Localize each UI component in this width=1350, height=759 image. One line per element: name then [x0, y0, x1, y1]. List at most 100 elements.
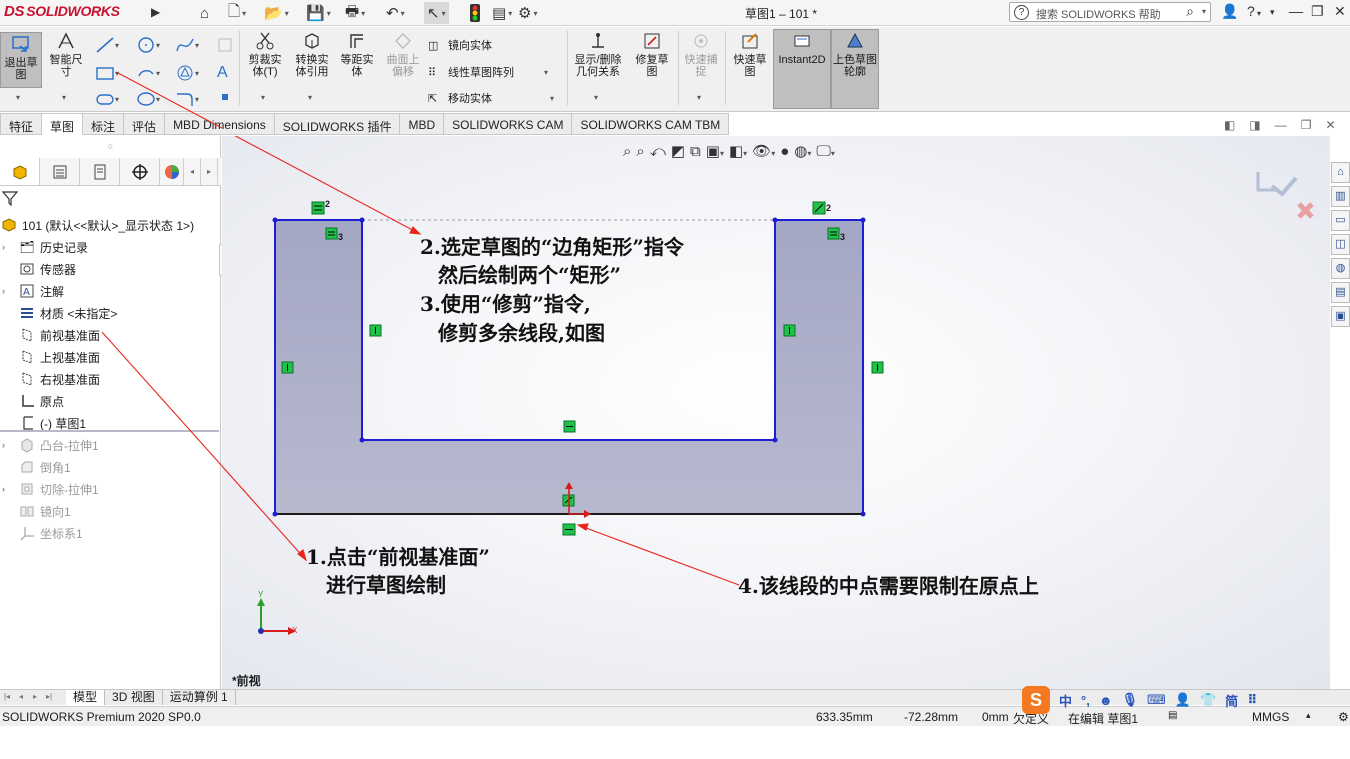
- quick-snaps-dropdown[interactable]: ▾: [697, 93, 701, 102]
- expand-arrow-icon[interactable]: ›: [2, 242, 12, 252]
- help-menu-icon[interactable]: ? ▾: [1247, 3, 1261, 19]
- move-entities-button[interactable]: ⇱ 移动实体 ▾: [428, 90, 554, 106]
- trim-dropdown[interactable]: ▾: [261, 93, 265, 102]
- new-document-icon[interactable]: 🗋 ▾: [228, 2, 246, 24]
- instant2d-button[interactable]: Instant2D: [773, 29, 831, 109]
- trim-entities-button[interactable]: 剪裁实体(T): [244, 30, 286, 78]
- help-search-input[interactable]: ? 搜索 SOLIDWORKS 帮助 ⌕ ▾: [1009, 2, 1211, 22]
- tile-left-icon[interactable]: ◧: [1224, 118, 1235, 132]
- rollback-bar[interactable]: [0, 430, 219, 432]
- tab-solidworks-cam-tbm[interactable]: SOLIDWORKS CAM TBM: [572, 113, 730, 135]
- select-pointer-icon[interactable]: ↖ ▾: [424, 2, 449, 24]
- appearances-icon[interactable]: ◍: [1331, 258, 1350, 279]
- tree-item-history[interactable]: › 🗂 历史记录: [0, 236, 221, 258]
- rebuild-traffic-light-icon[interactable]: [469, 2, 481, 24]
- relation-vertical-icon[interactable]: [281, 361, 294, 374]
- tree-item-cut-extrude1[interactable]: › 切除-拉伸1: [0, 478, 221, 500]
- units-dropdown-icon[interactable]: ▴: [1306, 710, 1311, 721]
- save-icon[interactable]: 💾 ▾: [306, 2, 331, 24]
- ime-punctuation-toggle[interactable]: °,: [1081, 693, 1090, 708]
- smart-dimension-button[interactable]: 智能尺寸: [46, 30, 86, 78]
- arc-tool-icon[interactable]: ▾: [136, 64, 160, 82]
- repair-sketch-button[interactable]: 修复草图: [631, 30, 673, 78]
- line-tool-icon[interactable]: ▾: [95, 36, 119, 54]
- mirror-entities-button[interactable]: ◫ 镜向实体: [428, 37, 492, 53]
- tree-item-boss-extrude1[interactable]: › 凸台-拉伸1: [0, 434, 221, 456]
- ime-simplified-toggle[interactable]: 简: [1225, 691, 1238, 710]
- tabs-scroll-left-icon[interactable]: ◂: [184, 158, 201, 185]
- relation-vertical-icon[interactable]: [871, 361, 884, 374]
- user-icon[interactable]: 👤: [1221, 3, 1238, 20]
- tree-item-right-plane[interactable]: 右视基准面: [0, 368, 221, 390]
- point-tool-icon[interactable]: [220, 92, 230, 102]
- ime-language-toggle[interactable]: 中: [1059, 691, 1072, 710]
- circle-tool-icon[interactable]: ▾: [136, 36, 160, 54]
- relation-collinear-icon[interactable]: [812, 201, 826, 215]
- file-properties-icon[interactable]: ▤ ▾: [492, 2, 512, 24]
- relation-equal-icon[interactable]: [325, 227, 338, 240]
- graphics-area[interactable]: ⌕ ⌕ ⤺ ◩ ⧉ ▣▾ ◧▾ 👁▾ ● ◍▾ 🖵▾ 2 3 2 3 Y X *…: [222, 136, 1330, 689]
- status-settings-icon[interactable]: ⚙: [1338, 710, 1349, 724]
- menu-expand-arrow-icon[interactable]: ▶: [151, 5, 160, 19]
- convert-entities-button[interactable]: 转换实体引用: [290, 30, 334, 78]
- tab-markup[interactable]: 标注: [83, 113, 125, 135]
- minimize-icon[interactable]: —: [1289, 3, 1303, 19]
- display-delete-relations-button[interactable]: 显示/删除几何关系: [570, 30, 626, 78]
- tree-item-annotations[interactable]: › A 注解: [0, 280, 221, 302]
- search-icon[interactable]: ⌕: [1186, 3, 1194, 20]
- tree-item-sensors[interactable]: 传感器: [0, 258, 221, 280]
- relation-horizontal-icon[interactable]: [562, 523, 576, 536]
- ime-menu-icon[interactable]: ⠿: [1247, 692, 1257, 708]
- relation-equal-icon[interactable]: [311, 201, 325, 215]
- tree-item-mirror1[interactable]: 镜向1: [0, 500, 221, 522]
- offset-entities-button[interactable]: 等距实体: [336, 30, 378, 78]
- tree-item-front-plane[interactable]: 前视基准面: [0, 324, 221, 346]
- exit-sketch-button[interactable]: 退出草图: [0, 32, 42, 88]
- relation-vertical-icon[interactable]: [369, 324, 382, 337]
- tree-item-top-plane[interactable]: 上视基准面: [0, 346, 221, 368]
- corner-rectangle-tool-icon[interactable]: ▾: [95, 64, 119, 82]
- spline-tool-icon[interactable]: ▾: [175, 36, 199, 54]
- polygon-tool-icon[interactable]: ▾: [175, 64, 199, 82]
- tab-sketch[interactable]: 草图: [42, 113, 84, 135]
- view-palette-icon[interactable]: ◫: [1331, 234, 1350, 255]
- first-tab-icon[interactable]: |◂: [0, 690, 14, 705]
- tree-item-origin[interactable]: 原点: [0, 390, 221, 412]
- tree-item-coordinate-system1[interactable]: 坐标系1: [0, 522, 221, 544]
- unit-system[interactable]: MMGS: [1252, 710, 1289, 724]
- design-library-icon[interactable]: ▥: [1331, 186, 1350, 207]
- tab-evaluate[interactable]: 评估: [124, 113, 166, 135]
- quick-snaps-button[interactable]: 快速捕捉: [680, 30, 722, 78]
- tab-motion-study-1[interactable]: 运动算例 1: [163, 690, 236, 705]
- ime-skin-icon[interactable]: 👕: [1200, 692, 1216, 708]
- file-explorer-icon[interactable]: ▭: [1331, 210, 1350, 231]
- expand-arrow-icon[interactable]: ›: [2, 440, 12, 450]
- doc-minimize-icon[interactable]: —: [1275, 118, 1287, 132]
- next-tab-icon[interactable]: ▸: [28, 690, 42, 705]
- solidworks-logo[interactable]: DS SOLIDWORKS: [4, 3, 120, 23]
- tab-3d-views[interactable]: 3D 视图: [105, 690, 163, 705]
- tab-solidworks-addins[interactable]: SOLIDWORKS 插件: [274, 113, 401, 135]
- ime-keyboard-icon[interactable]: ⌨: [1147, 692, 1166, 708]
- close-icon[interactable]: ✕: [1334, 3, 1346, 20]
- doc-close-icon[interactable]: ✕: [1325, 118, 1335, 132]
- tile-right-icon[interactable]: ◨: [1249, 118, 1260, 132]
- tree-root-part[interactable]: 101 (默认<<默认>_显示状态 1>): [0, 214, 221, 236]
- relations-dropdown[interactable]: ▾: [594, 93, 598, 102]
- open-folder-icon[interactable]: 📂 ▾: [264, 2, 289, 24]
- property-manager-tab[interactable]: [40, 158, 80, 185]
- last-tab-icon[interactable]: ▸|: [42, 690, 56, 705]
- relation-horizontal-icon[interactable]: [563, 420, 576, 433]
- tree-item-chamfer1[interactable]: 倒角1: [0, 456, 221, 478]
- solidworks-resources-icon[interactable]: ⌂: [1331, 162, 1350, 183]
- relation-equal-icon[interactable]: [827, 227, 840, 240]
- sogou-ime-logo[interactable]: S: [1022, 686, 1050, 714]
- filter-icon[interactable]: [1, 190, 19, 209]
- configuration-manager-tab[interactable]: [80, 158, 120, 185]
- tabs-scroll-right-icon[interactable]: ▸: [201, 158, 218, 185]
- tree-item-material[interactable]: 材质 <未指定>: [0, 302, 221, 324]
- ime-voice-icon[interactable]: 🎙: [1122, 692, 1139, 708]
- linear-pattern-button[interactable]: ⠿ 线性草图阵列 ▾: [428, 64, 548, 80]
- expand-arrow-icon[interactable]: ›: [2, 484, 12, 494]
- chevron-down-icon[interactable]: ▾: [1202, 7, 1206, 16]
